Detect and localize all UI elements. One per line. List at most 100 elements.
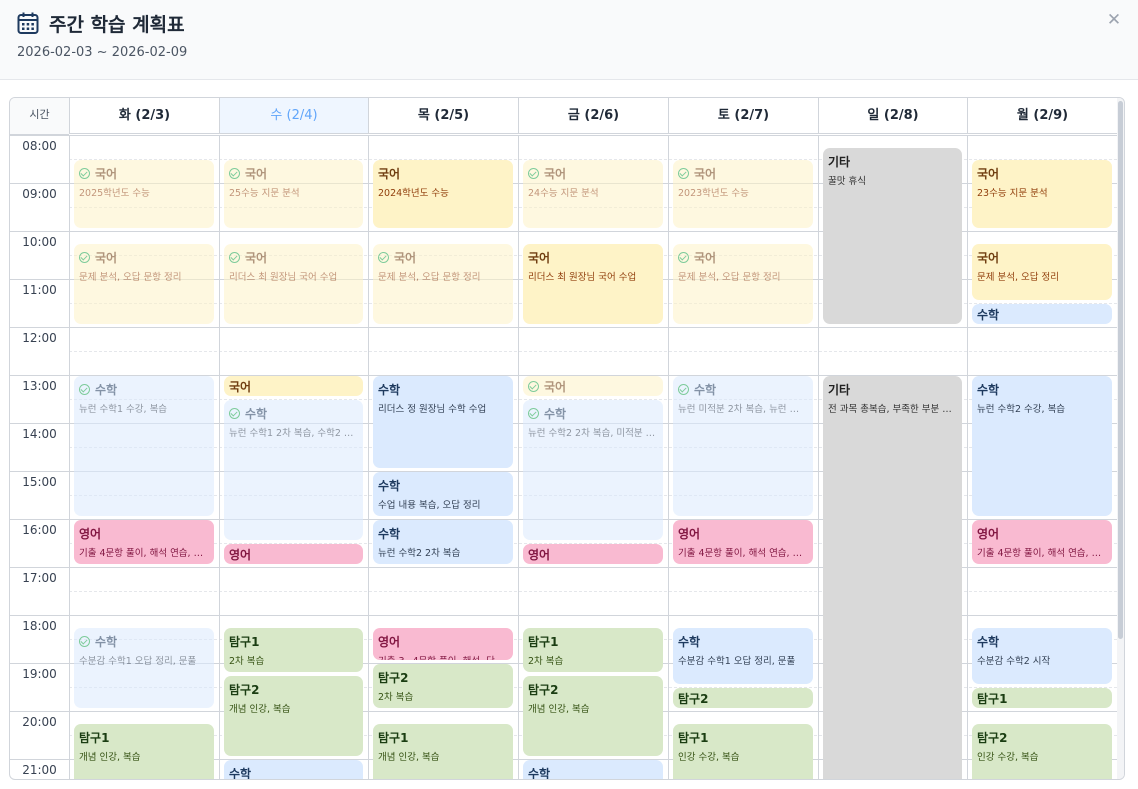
event-card[interactable]: 국어 24수능 지문 분석: [523, 160, 663, 228]
event-title-text: 탐구1: [79, 731, 110, 745]
event-title: 탐구1: [79, 729, 209, 746]
time-label: 16:00: [22, 523, 57, 537]
event-card[interactable]: 수학 뉴런 수학2 수강, 복습: [972, 376, 1112, 516]
event-title: 국어: [977, 165, 1107, 182]
event-title: 탐구1: [678, 729, 808, 746]
event-title: 국어: [378, 165, 508, 182]
event-title-text: 탐구2: [678, 692, 709, 706]
event-title-text: 영어: [977, 527, 1000, 541]
event-card[interactable]: 탐구1 2차 복습: [523, 628, 663, 672]
event-card[interactable]: 국어 리더스 최 원장님 국어 수업: [224, 244, 363, 324]
event-card[interactable]: 수학: [972, 304, 1112, 324]
event-card[interactable]: 국어 23수능 지문 분석: [972, 160, 1112, 228]
event-title-text: 수학: [528, 767, 551, 780]
event-card[interactable]: 수학 수분감 수학2 시작: [972, 628, 1112, 684]
event-title: 영어: [378, 633, 508, 650]
event-card[interactable]: 수학 뉴런 수학1 수강, 복습: [74, 376, 214, 516]
event-card[interactable]: 영어기출 3~4문항 풀이, 해석, 단…: [373, 628, 513, 660]
check-circle-icon: [79, 168, 90, 179]
event-card[interactable]: 국어 2025학년도 수능: [74, 160, 214, 228]
event-card[interactable]: 수학: [523, 760, 663, 780]
event-card[interactable]: 탐구1 개념 인강, 복습: [74, 724, 214, 779]
event-description: 기출 4문항 풀이, 해석 연습, …: [79, 548, 204, 559]
event-card[interactable]: 영어 기출 4문항 풀이, 해석 연습, …: [74, 520, 214, 564]
event-title: 국어: [79, 165, 209, 182]
event-title: 영어: [229, 546, 358, 563]
event-card[interactable]: 영어: [224, 544, 363, 564]
check-circle-icon: [229, 168, 240, 179]
event-title: 국어: [229, 378, 358, 395]
event-card[interactable]: 탐구1 개념 인강, 복습: [373, 724, 513, 779]
event-card[interactable]: 기타 꿀맛 휴식: [823, 148, 962, 324]
event-card[interactable]: 국어 문제 분석, 오답 문항 정리: [373, 244, 513, 324]
event-card[interactable]: 탐구2: [673, 688, 813, 708]
event-title: 국어: [79, 249, 209, 266]
event-title: 수학: [528, 765, 658, 780]
event-card[interactable]: 국어문제 분석, 오답 문항 정리: [74, 244, 214, 324]
event-card[interactable]: 탐구2 개념 인강, 복습: [224, 676, 363, 756]
event-card[interactable]: 탐구1: [972, 688, 1112, 708]
event-title-text: 탐구2: [378, 671, 409, 685]
event-description: 리더스 정 원장님 수학 수업: [378, 404, 487, 415]
time-label: 10:00: [22, 235, 57, 249]
event-card[interactable]: 국어 문제 분석, 오답 문항 정리: [673, 244, 813, 324]
event-description: 개념 인강, 복습: [79, 752, 141, 763]
event-description: 문제 분석, 오답 문항 정리: [79, 272, 182, 283]
event-card[interactable]: 탐구1 인강 수강, 복습: [673, 724, 813, 779]
event-card[interactable]: 영어: [523, 544, 663, 564]
event-card[interactable]: 영어 기출 4문항 풀이, 해석 연습, …: [972, 520, 1112, 564]
event-title: 탐구1: [528, 633, 658, 650]
event-card[interactable]: 탐구2 인강 수강, 복습: [972, 724, 1112, 779]
event-card[interactable]: 수학 수분감 수학1 오답 정리, 문풀: [74, 628, 214, 708]
event-card[interactable]: 탐구2 개념 인강, 복습: [523, 676, 663, 756]
event-description: 기출 3~4문항 풀이, 해석, 단…: [378, 653, 508, 660]
event-card[interactable]: 수학 뉴런 수학2 2차 복습: [373, 520, 513, 564]
event-card[interactable]: 수학 수분감 수학1 오답 정리, 문풀: [673, 628, 813, 684]
time-label: 11:00: [22, 283, 57, 297]
check-circle-icon: [528, 408, 539, 419]
scrollbar-thumb[interactable]: [1118, 101, 1123, 639]
close-icon[interactable]: ✕: [1105, 10, 1123, 32]
event-title: 탐구1: [977, 690, 1107, 707]
day-header-4: 토 (2/7): [668, 98, 818, 134]
day-header-5: 일 (2/8): [818, 98, 967, 134]
event-card[interactable]: 국어 2024학년도 수능: [373, 160, 513, 228]
event-card[interactable]: 수학 뉴런 미적분 2차 복습, 뉴런 …: [673, 376, 813, 516]
event-card[interactable]: 수학 뉴런 수학1 2차 복습, 수학2 …: [224, 400, 363, 540]
event-title: 수학: [378, 525, 508, 542]
check-circle-icon: [229, 408, 240, 419]
check-circle-icon: [678, 384, 689, 395]
event-title-text: 국어: [694, 251, 717, 265]
scrollbar[interactable]: [1117, 98, 1124, 779]
event-card[interactable]: 국어: [224, 376, 363, 396]
event-title: 수학: [378, 477, 508, 494]
event-title-text: 수학: [378, 527, 401, 541]
event-card[interactable]: 국어 25수능 지문 분석: [224, 160, 363, 228]
event-card[interactable]: 국어: [523, 376, 663, 396]
event-card[interactable]: 수학 수업 내용 복습, 오답 정리: [373, 472, 513, 516]
event-card[interactable]: 국어 문제 분석, 오답 정리: [972, 244, 1112, 300]
event-card[interactable]: 영어 기출 4문항 풀이, 해석 연습, …: [673, 520, 813, 564]
event-card[interactable]: 탐구2 2차 복습: [373, 664, 513, 708]
event-title: 탐구2: [378, 669, 508, 686]
event-card[interactable]: 수학: [224, 760, 363, 779]
event-card[interactable]: 국어 2023학년도 수능: [673, 160, 813, 228]
event-description: 리더스 최 원장님 국어 수업: [229, 272, 338, 283]
event-title-text: 탐구1: [229, 635, 260, 649]
event-title: 수학: [678, 633, 808, 650]
event-description: 뉴런 수학2 수강, 복습: [977, 404, 1066, 415]
event-title: 영어: [977, 525, 1107, 542]
event-card[interactable]: 탐구1 2차 복습: [224, 628, 363, 672]
event-title: 탐구2: [528, 681, 658, 698]
event-card[interactable]: 수학 뉴런 수학2 2차 복습, 미적분 …: [523, 400, 663, 540]
check-circle-icon: [79, 384, 90, 395]
event-card[interactable]: 수학 리더스 정 원장님 수학 수업: [373, 376, 513, 468]
event-card[interactable]: 국어 리더스 최 원장님 국어 수업: [523, 244, 663, 324]
event-title: 탐구1: [378, 729, 508, 746]
event-title-text: 수학: [95, 383, 118, 397]
event-title: 수학: [977, 633, 1107, 650]
event-description: 2차 복습: [229, 656, 265, 667]
event-title-text: 탐구1: [977, 692, 1008, 706]
event-card[interactable]: 기타 전 과목 총복습, 부족한 부분 …: [823, 376, 962, 779]
time-label: 20:00: [22, 715, 57, 729]
